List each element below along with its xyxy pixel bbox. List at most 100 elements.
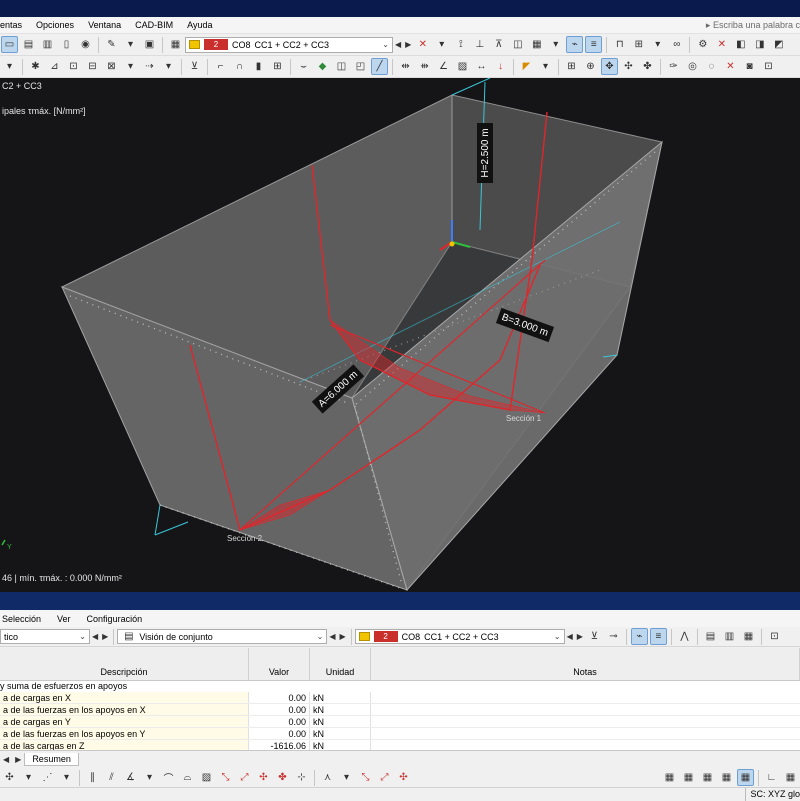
angle-icon[interactable]: ∡ xyxy=(123,770,138,785)
settings-icon[interactable]: ⚙ xyxy=(695,37,710,52)
snap-object-icon[interactable]: ✤ xyxy=(640,59,655,74)
line-icon[interactable]: ⊿ xyxy=(47,59,62,74)
dropdown-arrow-icon[interactable]: ▾ xyxy=(161,59,176,74)
panel-menu-configuracion[interactable]: Configuración xyxy=(79,614,151,624)
result-table-icon[interactable]: ≡ xyxy=(649,628,667,645)
previous-arrow-icon[interactable]: ◀ xyxy=(393,40,403,49)
previous-arrow-icon[interactable]: ◀ xyxy=(90,632,100,641)
box-icon[interactable]: ◫ xyxy=(334,59,349,74)
cube-side-icon[interactable]: ◩ xyxy=(771,37,786,52)
dropdown-arrow-icon[interactable]: ▾ xyxy=(142,770,157,785)
diagonal-2-icon[interactable]: ⤢ xyxy=(237,770,252,785)
menu-item-ventana[interactable]: Ventana xyxy=(81,17,128,34)
snap-icon[interactable]: ✥ xyxy=(601,58,618,75)
column-header-unit[interactable]: Unidad xyxy=(310,648,371,680)
cube-front-icon[interactable]: ◨ xyxy=(752,37,767,52)
hatch-icon[interactable]: ▨ xyxy=(455,59,470,74)
load-4-icon[interactable]: ✣ xyxy=(396,770,411,785)
filter-icon[interactable]: ⊻ xyxy=(587,629,602,644)
table-view-icon[interactable]: ▤ xyxy=(703,629,718,644)
panel-menu-seleccion[interactable]: Selección xyxy=(0,614,49,624)
table-filter-4-icon[interactable]: ▦ xyxy=(719,770,734,785)
table-view-2-icon[interactable]: ▥ xyxy=(722,629,737,644)
table-row[interactable]: a de las fuerzas en los apoyos en X 0.00… xyxy=(0,704,800,716)
column-header-notes[interactable]: Notas xyxy=(371,648,800,680)
previous-arrow-icon[interactable]: ◀ xyxy=(327,632,337,641)
view-cube-icon[interactable]: ◧ xyxy=(733,37,748,52)
arch-icon[interactable]: ∩ xyxy=(232,59,247,74)
table-filter-3-icon[interactable]: ▦ xyxy=(700,770,715,785)
corner-icon[interactable]: ∟ xyxy=(764,770,779,785)
dropdown-arrow-icon[interactable]: ▾ xyxy=(434,37,449,52)
zoom-icon[interactable]: ⊡ xyxy=(761,59,776,74)
glasses-icon[interactable]: ∞ xyxy=(669,37,684,52)
menu-item-opciones[interactable]: Opciones xyxy=(29,17,81,34)
arrow-down-icon[interactable]: ↓ xyxy=(493,59,508,74)
curve-icon[interactable]: ⌣ xyxy=(296,59,311,74)
node-symbol-icon[interactable]: ⊹ xyxy=(294,770,309,785)
column-header-description[interactable]: Descripción xyxy=(0,648,249,680)
member-icon[interactable]: ⊡ xyxy=(66,59,81,74)
table-icon[interactable]: ⊞ xyxy=(564,59,579,74)
dropdown-arrow-icon[interactable]: ▾ xyxy=(59,770,74,785)
dropdown-arrow-icon[interactable]: ▾ xyxy=(650,37,665,52)
member-forces-icon[interactable]: ⊥ xyxy=(472,37,487,52)
menu-item-cad-bim[interactable]: CAD-BIM xyxy=(128,17,180,34)
table-filter-2-icon[interactable]: ▦ xyxy=(681,770,696,785)
arc-icon[interactable]: ⌒ xyxy=(161,770,176,785)
tab-scroll-right-icon[interactable]: ▶ xyxy=(15,755,21,764)
tab-scroll-left-icon[interactable]: ◀ xyxy=(3,755,9,764)
angle-dimension-icon[interactable]: ∠ xyxy=(436,59,451,74)
snap-grid-icon[interactable]: ✣ xyxy=(621,59,636,74)
line-display-icon[interactable]: ╱ xyxy=(371,58,388,75)
eye-icon[interactable]: ◎ xyxy=(685,59,700,74)
target-icon[interactable]: ⊕ xyxy=(583,59,598,74)
load-3-icon[interactable]: ⤢ xyxy=(377,770,392,785)
dropdown-arrow-icon[interactable]: ▾ xyxy=(123,37,138,52)
cross-icon[interactable]: ✣ xyxy=(256,770,271,785)
dropdown-arrow-icon[interactable]: ▾ xyxy=(2,59,17,74)
tab-resumen[interactable]: Resumen xyxy=(24,753,79,766)
table-row[interactable]: a de las cargas en Z -1616.06 kN xyxy=(0,740,800,750)
next-arrow-icon[interactable]: ▶ xyxy=(100,632,110,641)
member-select-icon[interactable]: ⋰ xyxy=(40,770,55,785)
node-icon[interactable]: ✱ xyxy=(28,59,43,74)
menu-item-herramientas[interactable]: entas xyxy=(0,17,29,34)
filter-icon[interactable]: ⊻ xyxy=(187,59,202,74)
measure-icon[interactable]: ↔ xyxy=(474,59,489,74)
result-values-icon[interactable]: ⌁ xyxy=(566,36,584,53)
section-icon[interactable]: ⊞ xyxy=(631,37,646,52)
table-row[interactable]: a de las fuerzas en los apoyos en Y 0.00… xyxy=(0,728,800,740)
load-2-icon[interactable]: ⤡ xyxy=(358,770,373,785)
dropdown-arrow-icon[interactable]: ▾ xyxy=(21,770,36,785)
view-grid-icon[interactable]: ▦ xyxy=(783,770,798,785)
table-row[interactable]: a de cargas en X 0.00 kN xyxy=(0,692,800,704)
support-icon[interactable]: ✕ xyxy=(415,37,430,52)
image-icon[interactable]: ▤ xyxy=(21,37,36,52)
color-scale-icon[interactable]: ◤ xyxy=(519,59,534,74)
help-search-box[interactable]: ▸ Escriba una palabra c xyxy=(702,17,800,34)
result-table-icon[interactable]: ≡ xyxy=(585,36,603,53)
link-icon[interactable]: ⊸ xyxy=(606,629,621,644)
select-tool-icon[interactable]: ▭ xyxy=(1,36,18,53)
next-arrow-icon[interactable]: ▶ xyxy=(575,632,585,641)
cross-2-icon[interactable]: ✤ xyxy=(275,770,290,785)
slanted-lines-icon[interactable]: ⫽ xyxy=(104,770,119,785)
results-icon[interactable]: ▦ xyxy=(168,37,183,52)
diagonal-icon[interactable]: ⤡ xyxy=(218,770,233,785)
columns-icon[interactable]: ∥ xyxy=(85,770,100,785)
dimension-chain-icon[interactable]: ⇻ xyxy=(417,59,432,74)
dropdown-arrow-icon[interactable]: ▾ xyxy=(538,59,553,74)
hatch-icon[interactable]: ▨ xyxy=(199,770,214,785)
coordinate-system-status[interactable]: SC: XYZ glo xyxy=(745,788,800,801)
camera-icon[interactable]: ◙ xyxy=(742,59,757,74)
calculate-icon[interactable]: ▣ xyxy=(142,37,157,52)
delete-result-icon[interactable]: ✕ xyxy=(714,37,729,52)
close-icon[interactable]: ✕ xyxy=(723,59,738,74)
node-select-icon[interactable]: ✣ xyxy=(2,770,17,785)
reactions-icon[interactable]: ⊼ xyxy=(491,37,506,52)
view-select[interactable]: ▤ Visión de conjunto ⌄ xyxy=(117,629,328,644)
edit-icon[interactable]: ✎ xyxy=(104,37,119,52)
wall-icon[interactable]: ▮ xyxy=(251,59,266,74)
table-view-3-icon[interactable]: ▦ xyxy=(741,629,756,644)
